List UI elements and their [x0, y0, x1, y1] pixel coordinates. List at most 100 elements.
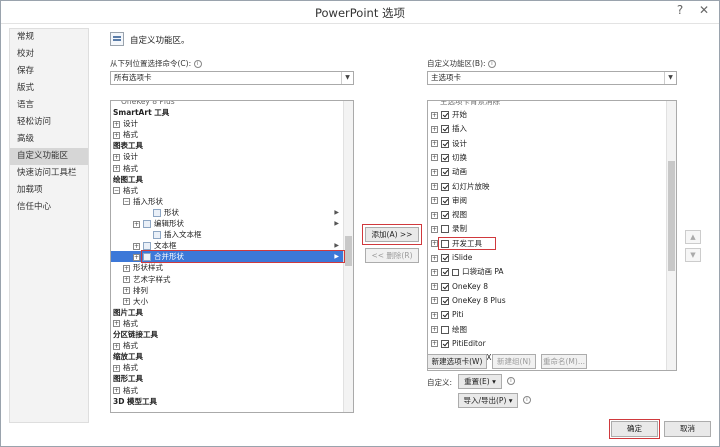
list-item[interactable]: 绘图工具	[111, 174, 343, 185]
nav-item[interactable]: 常规	[10, 29, 88, 46]
ok-button[interactable]: 确定	[611, 421, 658, 437]
expand-icon[interactable]: +	[431, 311, 438, 319]
list-item[interactable]: + 格式	[111, 318, 343, 329]
remove-button[interactable]: << 删除(R)	[365, 248, 419, 263]
new-group-button[interactable]: 新建组(N)	[492, 354, 536, 369]
expand-icon[interactable]: +	[113, 342, 120, 350]
nav-item[interactable]: 版式	[10, 80, 88, 97]
nav-item[interactable]: 保存	[10, 63, 88, 80]
expand-icon[interactable]: +	[113, 153, 120, 161]
ribbon-tab-item[interactable]: + 切换	[428, 152, 666, 163]
ribbon-tab-item[interactable]: + 口袋动画 PA	[428, 266, 666, 277]
left-list-scrollbar[interactable]	[343, 101, 353, 412]
close-icon[interactable]: ✕	[695, 3, 713, 17]
list-item[interactable]: 插入文本框	[111, 229, 343, 240]
ribbon-tab-item[interactable]: + 录制	[428, 223, 666, 234]
list-item[interactable]: + 格式	[111, 163, 343, 174]
expand-icon[interactable]: +	[133, 253, 140, 261]
ribbon-tab-item[interactable]: + 插入	[428, 123, 666, 134]
expand-icon[interactable]: +	[123, 298, 130, 306]
tab-checkbox[interactable]	[441, 254, 449, 262]
expand-icon[interactable]: +	[431, 168, 438, 176]
move-up-button[interactable]: ▲	[685, 230, 701, 244]
tab-checkbox[interactable]	[441, 296, 449, 305]
list-item[interactable]: 主选项卡背景消除	[440, 101, 666, 107]
tab-checkbox[interactable]	[441, 211, 449, 220]
list-item[interactable]: + 排列	[111, 285, 343, 296]
nav-item[interactable]: 高级	[10, 131, 88, 148]
list-item[interactable]: + 设计	[111, 118, 343, 129]
ribbon-tab-item[interactable]: + iSlide	[428, 252, 666, 263]
ribbon-tab-item[interactable]: + 动画	[428, 166, 666, 177]
expand-icon[interactable]: +	[133, 242, 140, 250]
tab-checkbox[interactable]	[441, 139, 449, 148]
expand-icon[interactable]: +	[113, 364, 120, 372]
collapse-icon[interactable]: −	[123, 198, 130, 206]
move-down-button[interactable]: ▼	[685, 248, 701, 262]
nav-item[interactable]: 快速访问工具栏	[10, 165, 88, 182]
expand-icon[interactable]: +	[431, 283, 438, 291]
expand-icon[interactable]: +	[133, 220, 140, 228]
selected-list-item[interactable]: + 合并形状 ▶	[111, 251, 343, 263]
list-item[interactable]: + 格式	[111, 340, 343, 351]
ribbon-tab-item[interactable]: + 开发工具	[428, 238, 666, 249]
tab-checkbox[interactable]	[441, 125, 449, 134]
expand-icon[interactable]: +	[431, 225, 438, 233]
list-item[interactable]: − 插入形状	[111, 196, 343, 207]
list-item[interactable]: + 格式	[111, 385, 343, 396]
expand-icon[interactable]: +	[123, 264, 130, 272]
import-export-button[interactable]: 导入/导出(P) ▾	[458, 393, 518, 408]
cancel-button[interactable]: 取消	[664, 421, 711, 437]
nav-item[interactable]: 校对	[10, 46, 88, 63]
tab-checkbox[interactable]	[441, 168, 449, 177]
expand-icon[interactable]: +	[431, 140, 438, 148]
list-item[interactable]: + 格式	[111, 129, 343, 140]
expand-icon[interactable]: +	[431, 111, 438, 119]
expand-icon[interactable]: +	[431, 254, 438, 262]
list-item[interactable]: 形状 ▶	[111, 207, 343, 218]
expand-icon[interactable]: +	[113, 320, 120, 328]
expand-icon[interactable]: +	[123, 276, 130, 283]
tab-checkbox[interactable]	[441, 325, 449, 334]
tab-checkbox[interactable]	[441, 311, 449, 320]
list-item[interactable]: + 编辑形状 ▶	[111, 218, 343, 229]
tab-checkbox[interactable]	[441, 339, 449, 348]
available-commands-list[interactable]: OneKey 8 Plus SmartArt 工具 + 设计 + 格式 图表工具 + 设计 + 格式…	[110, 100, 354, 413]
nav-item[interactable]: 加载项	[10, 182, 88, 199]
expand-icon[interactable]: +	[123, 287, 130, 295]
nav-item[interactable]: 自定义功能区	[10, 148, 88, 165]
add-button[interactable]: 添加(A) >>	[365, 227, 419, 242]
nav-item[interactable]: 轻松访问	[10, 114, 88, 131]
expand-icon[interactable]: +	[113, 165, 120, 172]
expand-icon[interactable]: +	[431, 326, 438, 333]
ribbon-tab-item[interactable]: + 绘图	[428, 324, 666, 335]
tab-checkbox[interactable]	[441, 239, 449, 248]
ribbon-tab-item[interactable]: + OneKey 8 Plus	[428, 295, 666, 306]
left-scroll-thumb[interactable]	[345, 236, 352, 266]
expand-icon[interactable]: +	[431, 340, 438, 348]
ribbon-tab-item[interactable]: + 幻灯片放映	[428, 181, 666, 192]
expand-icon[interactable]: +	[431, 154, 438, 162]
reset-button[interactable]: 重置(E) ▾	[458, 374, 502, 389]
list-item[interactable]: OneKey 8 Plus	[121, 101, 343, 107]
list-item[interactable]: SmartArt 工具	[111, 107, 343, 118]
tab-checkbox[interactable]	[441, 282, 449, 291]
ribbon-tab-item[interactable]: + Piti	[428, 309, 666, 320]
expand-icon[interactable]: +	[431, 183, 438, 190]
list-item[interactable]: + 大小	[111, 296, 343, 307]
tab-checkbox[interactable]	[441, 268, 449, 277]
nav-item[interactable]: 语言	[10, 97, 88, 114]
help-icon[interactable]: ?	[671, 3, 689, 17]
ribbon-tabs-list[interactable]: 主选项卡背景消除 + 开始 + 插入 + 设计 + 切换 + 动画 + 幻灯片放映 + 审阅 + 视图 + 录制 + 开…	[427, 100, 677, 371]
expand-icon[interactable]: +	[431, 211, 438, 219]
list-item[interactable]: 图片工具	[111, 307, 343, 318]
list-item[interactable]: + 文本框 ▶	[111, 240, 343, 251]
expand-icon[interactable]: +	[431, 240, 438, 248]
ribbon-tab-item[interactable]: + 设计	[428, 138, 666, 149]
tab-checkbox[interactable]	[441, 196, 449, 205]
tab-checkbox[interactable]	[441, 182, 449, 191]
expand-icon[interactable]: +	[431, 125, 438, 133]
right-list-scrollbar[interactable]	[666, 101, 676, 370]
list-item[interactable]: + 艺术字样式	[111, 274, 343, 285]
choose-commands-select[interactable]: 所有选项卡 ▼	[110, 71, 354, 85]
